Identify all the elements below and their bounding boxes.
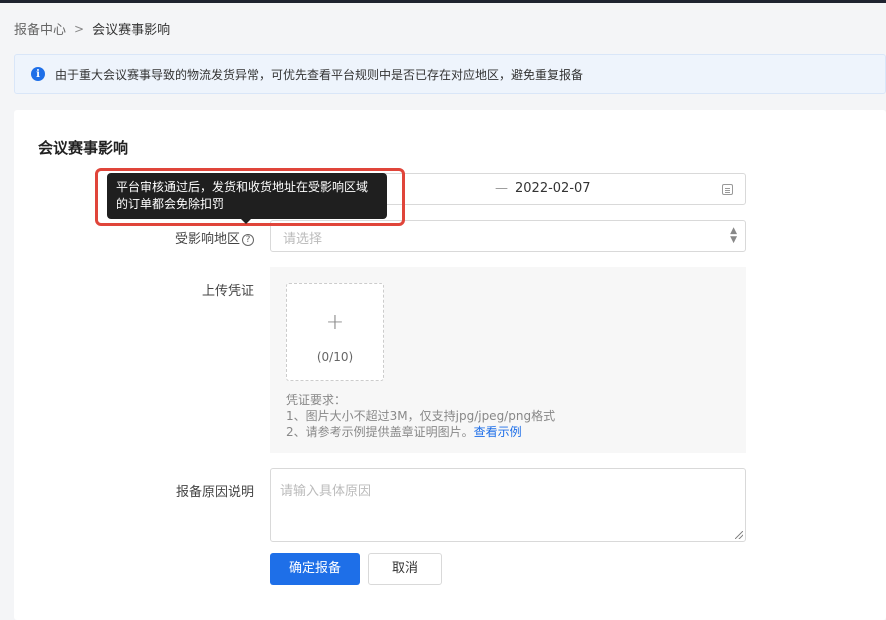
upload-button[interactable]: + (0/10) [286, 283, 384, 381]
submit-button[interactable]: 确定报备 [270, 553, 360, 585]
reason-label: 报备原因说明 [175, 485, 254, 500]
breadcrumb-separator: > [74, 21, 85, 36]
region-label: 受影响地区? [175, 228, 254, 247]
upload-area: + (0/10) 凭证要求： 1、图片大小不超过3M，仅支持jpg/jpeg/p… [270, 267, 746, 453]
page-title: 会议赛事影响 [38, 139, 129, 157]
reason-placeholder: 请输入具体原因 [280, 484, 372, 499]
top-bar [0, 0, 886, 3]
region-select-placeholder: 请选择 [283, 232, 323, 247]
tooltip: 平台审核通过后，发货和收货地址在受影响区域的订单都会免除扣罚 [107, 173, 387, 224]
end-date-input[interactable]: 2022-02-07 [515, 181, 591, 196]
upload-label: 上传凭证 [201, 284, 254, 299]
resize-handle-icon[interactable] [735, 531, 743, 539]
requirement-2-text: 2、请参考示例提供盖章证明图片。 [286, 425, 474, 439]
notice-banner: i 由于重大会议赛事导致的物流发货异常，可优先查看平台规则中是否已存在对应地区，… [14, 54, 886, 94]
breadcrumb-parent[interactable]: 报备中心 [14, 19, 66, 38]
notice-text: 由于重大会议赛事导致的物流发货异常，可优先查看平台规则中是否已存在对应地区，避免… [55, 67, 584, 82]
breadcrumb-current: 会议赛事影响 [92, 23, 171, 38]
arrow-down-icon: ▼ [730, 235, 737, 245]
cancel-button[interactable]: 取消 [368, 553, 442, 585]
requirement-2: 2、请参考示例提供盖章证明图片。查看示例 [286, 423, 522, 440]
requirements-title: 凭证要求： [286, 393, 347, 407]
plus-icon: + [325, 310, 345, 335]
select-arrows-icon: ▲ ▼ [730, 227, 737, 245]
question-circle-icon[interactable]: ? [242, 233, 254, 246]
breadcrumb: 报备中心 > 会议赛事影响 [14, 19, 171, 39]
upload-count: (0/10) [316, 350, 354, 364]
date-range-separator: — [495, 181, 508, 196]
view-example-link[interactable]: 查看示例 [474, 425, 522, 439]
calendar-icon[interactable] [722, 184, 733, 195]
reason-textarea[interactable]: 请输入具体原因 [270, 468, 746, 542]
requirement-1: 1、图片大小不超过3M，仅支持jpg/jpeg/png格式 [286, 409, 556, 423]
info-icon: i [31, 67, 45, 81]
region-label-text: 受影响地区 [174, 232, 240, 247]
